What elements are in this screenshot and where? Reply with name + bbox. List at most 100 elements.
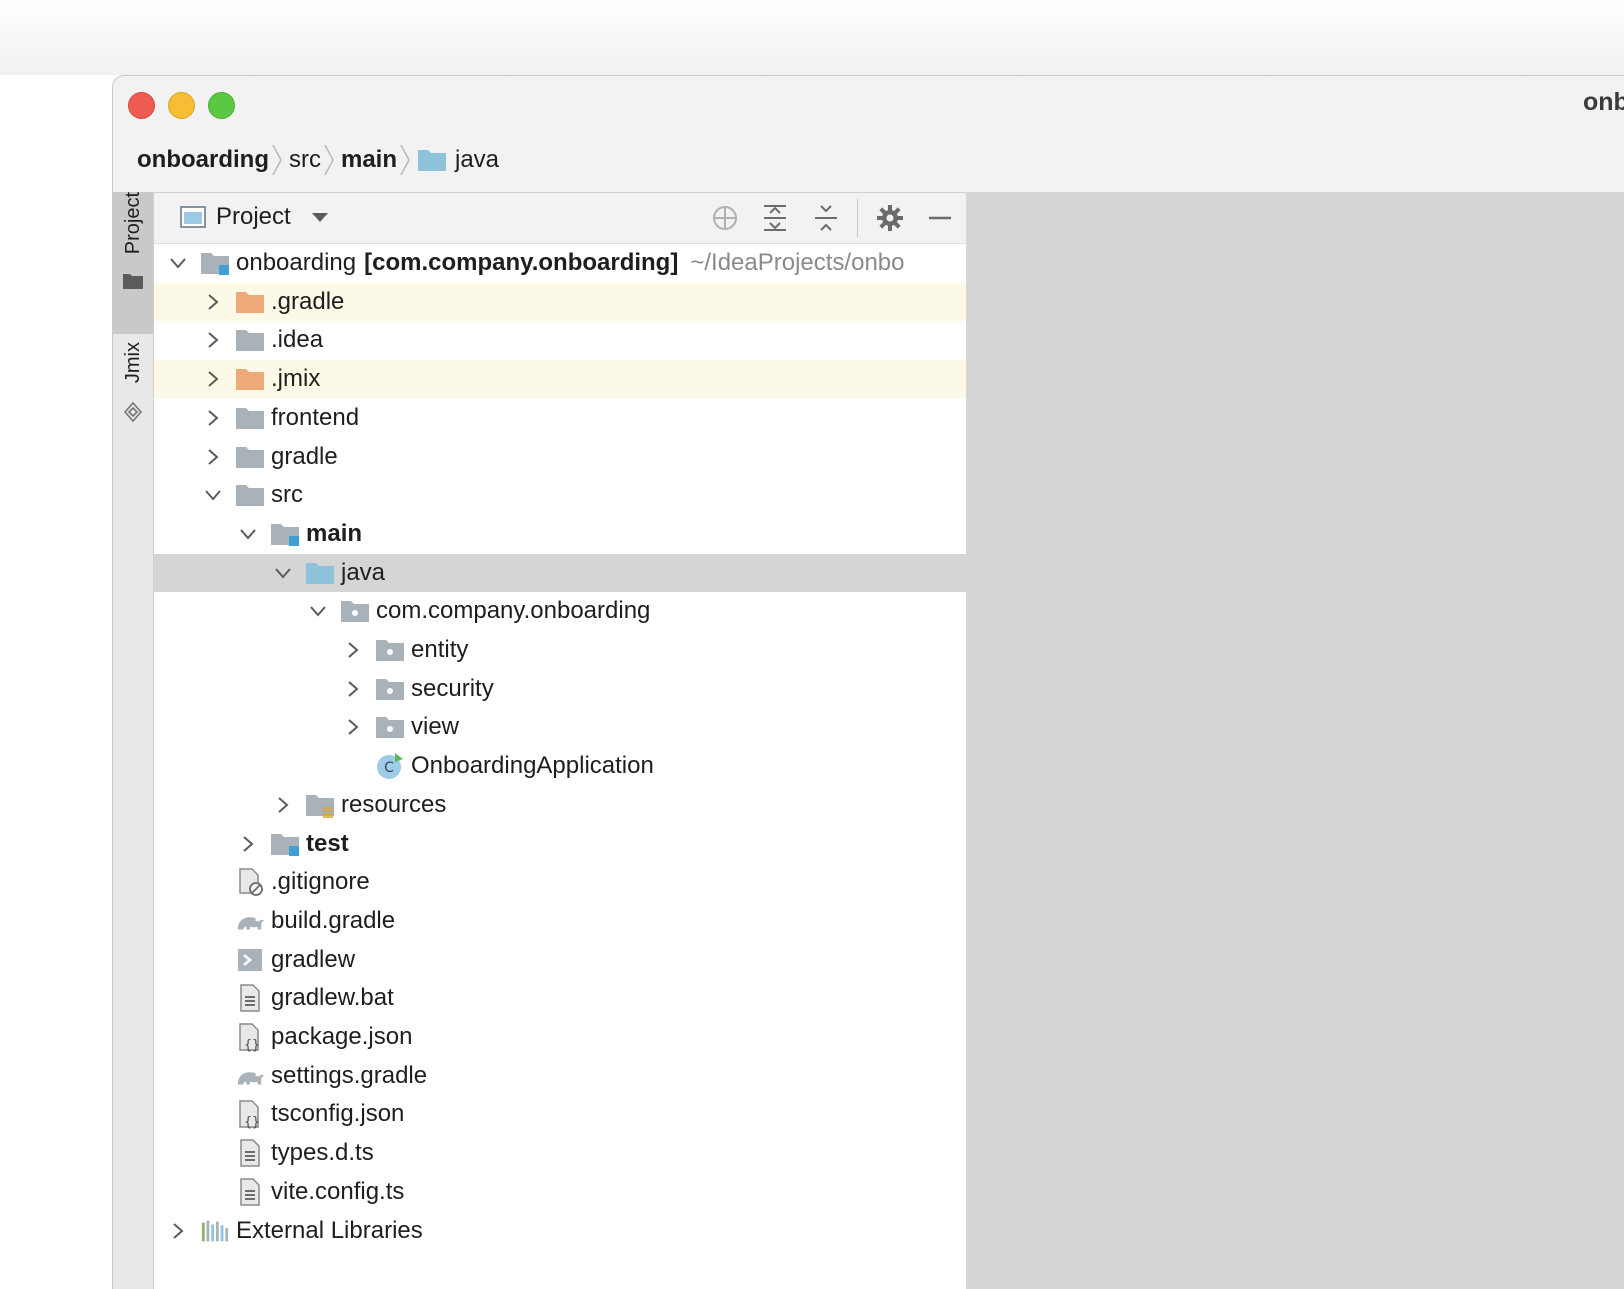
tree-item-label: src (271, 481, 303, 509)
chevron-right-icon[interactable] (341, 715, 365, 739)
ide-window: onb onboardingsrcmainjava Project Jmix P… (112, 75, 1624, 1289)
tree-item-tsconfig-json[interactable]: {} tsconfig.json (154, 1095, 966, 1133)
json-file-icon: {} (235, 1023, 265, 1052)
locate-icon[interactable] (710, 203, 740, 233)
jmix-tool-tab-label: Jmix (121, 342, 144, 384)
chevron-right-icon[interactable] (201, 290, 225, 314)
tree-item-package-json[interactable]: {} package.json (154, 1018, 966, 1056)
tree-item-build-gradle[interactable]: build.gradle (154, 902, 966, 940)
tree-item-label: package.json (271, 1023, 413, 1050)
folder-blue-icon (305, 559, 335, 587)
tree-item-label: resources (341, 790, 447, 818)
chevron-down-icon[interactable] (311, 211, 329, 223)
breadcrumb-item-main[interactable]: main (341, 146, 397, 174)
chevron-right-icon[interactable] (201, 367, 225, 391)
folder-module-icon (270, 830, 300, 858)
tree-item-label: view (411, 713, 460, 741)
project-tool-window: Project onboarding [com.company.onboardi… (154, 192, 967, 1289)
text-file-icon (235, 1178, 265, 1206)
tree-item-resources[interactable]: resources (154, 786, 966, 824)
tree-root-onboarding[interactable]: onboarding [com.company.onboarding] ~/Idea… (154, 244, 966, 282)
project-view-selector[interactable]: Project (180, 203, 329, 231)
folder-orange-icon (235, 288, 265, 316)
libraries-icon (200, 1217, 230, 1245)
chevron-right-icon[interactable] (201, 328, 225, 352)
tree-item-main[interactable]: main (154, 515, 966, 553)
breadcrumb-item-src[interactable]: src (289, 146, 321, 174)
minimize-window-button[interactable] (168, 92, 195, 119)
chevron-right-icon[interactable] (271, 793, 295, 817)
tree-item-settings-gradle[interactable]: settings.gradle (154, 1057, 966, 1095)
tree-item-entity[interactable]: entity (154, 631, 966, 669)
chevron-down-icon[interactable] (306, 599, 330, 623)
maximize-window-button[interactable] (208, 92, 235, 119)
tree-item-onboardingapplication[interactable]: C OnboardingApplication (154, 747, 966, 785)
project-tool-tab[interactable]: Project (113, 192, 153, 334)
collapse-all-icon[interactable] (811, 203, 841, 233)
tree-item-label: onboarding (236, 249, 357, 276)
tree-item-jmix[interactable]: .jmix (154, 360, 966, 399)
chevron-down-icon[interactable] (166, 251, 190, 275)
tree-item-gradlew-bat[interactable]: gradlew.bat (154, 979, 966, 1017)
chevron-right-icon[interactable] (166, 1219, 190, 1243)
tree-item-label: entity (411, 636, 469, 663)
package-icon (375, 675, 405, 703)
expand-all-icon[interactable] (760, 203, 790, 233)
tree-item-idea[interactable]: .idea (154, 321, 966, 359)
tree-item-com-company-onboarding[interactable]: com.company.onboarding (154, 592, 966, 630)
tree-item-label: External Libraries (236, 1216, 423, 1244)
json-file-icon: {} (235, 1100, 265, 1129)
breadcrumb-label: onboarding (137, 146, 269, 173)
folder-icon (122, 272, 144, 295)
tree-item-label: tsconfig.json (271, 1100, 405, 1128)
chevron-right-icon[interactable] (236, 832, 260, 856)
tree-item-frontend[interactable]: frontend (154, 399, 966, 437)
folder-gray-icon (235, 404, 265, 432)
breadcrumb-label: java (455, 146, 500, 173)
tree-item-java[interactable]: java (154, 553, 966, 592)
chevron-right-icon[interactable] (341, 677, 365, 701)
window-title: onb (1583, 88, 1624, 116)
chevron-right-icon[interactable] (201, 406, 225, 430)
tree-item-security[interactable]: security (154, 670, 966, 708)
svg-text:{}: {} (244, 1038, 260, 1052)
breadcrumb-separator-icon (399, 143, 411, 177)
tree-item-src[interactable]: src (154, 476, 966, 514)
hide-panel-icon[interactable] (925, 203, 955, 233)
tree-item-types-d-ts[interactable]: types.d.ts (154, 1134, 966, 1172)
folder-module-icon (270, 520, 300, 548)
breadcrumb-item-onboarding[interactable]: onboarding (137, 146, 269, 174)
svg-text:{}: {} (244, 1115, 260, 1129)
gitignore-icon (235, 868, 265, 897)
gear-icon[interactable] (875, 203, 905, 233)
tree-item-vite-config-ts[interactable]: vite.config.ts (154, 1173, 966, 1211)
chevron-right-icon[interactable] (341, 638, 365, 662)
project-view-label: Project (216, 203, 291, 230)
tree-item-gradle[interactable]: .gradle (154, 282, 966, 321)
breadcrumb-item-java[interactable]: java (417, 146, 499, 174)
close-window-button[interactable] (128, 92, 155, 119)
jmix-tool-tab[interactable]: Jmix (113, 342, 153, 442)
chevron-down-icon[interactable] (201, 483, 225, 507)
tree-item-gitignore[interactable]: .gitignore (154, 863, 966, 901)
chevron-down-icon[interactable] (271, 561, 295, 585)
tree-item-label: com.company.onboarding (376, 597, 651, 625)
chevron-down-icon[interactable] (236, 522, 260, 546)
chevron-right-icon[interactable] (201, 445, 225, 469)
jmix-icon (122, 401, 144, 428)
tree-item-label: security (411, 674, 494, 702)
tree-item-gradle[interactable]: gradle (154, 438, 966, 476)
tree-item-label: java (341, 558, 386, 586)
tree-item-gradlew[interactable]: gradlew (154, 941, 966, 979)
breadcrumb-label: src (288, 146, 321, 173)
title-bar: onb (113, 76, 1624, 131)
package-icon (375, 713, 405, 741)
project-panel-header: Project (154, 192, 966, 244)
tree-item-test[interactable]: test (154, 825, 966, 863)
text-file-icon (235, 1139, 265, 1167)
tree-item-view[interactable]: view (154, 708, 966, 746)
tree-item-external-libraries[interactable]: External Libraries (154, 1212, 966, 1250)
shell-script-icon (235, 946, 265, 974)
editor-area-empty (967, 192, 1624, 1289)
svg-text:C: C (384, 760, 394, 776)
